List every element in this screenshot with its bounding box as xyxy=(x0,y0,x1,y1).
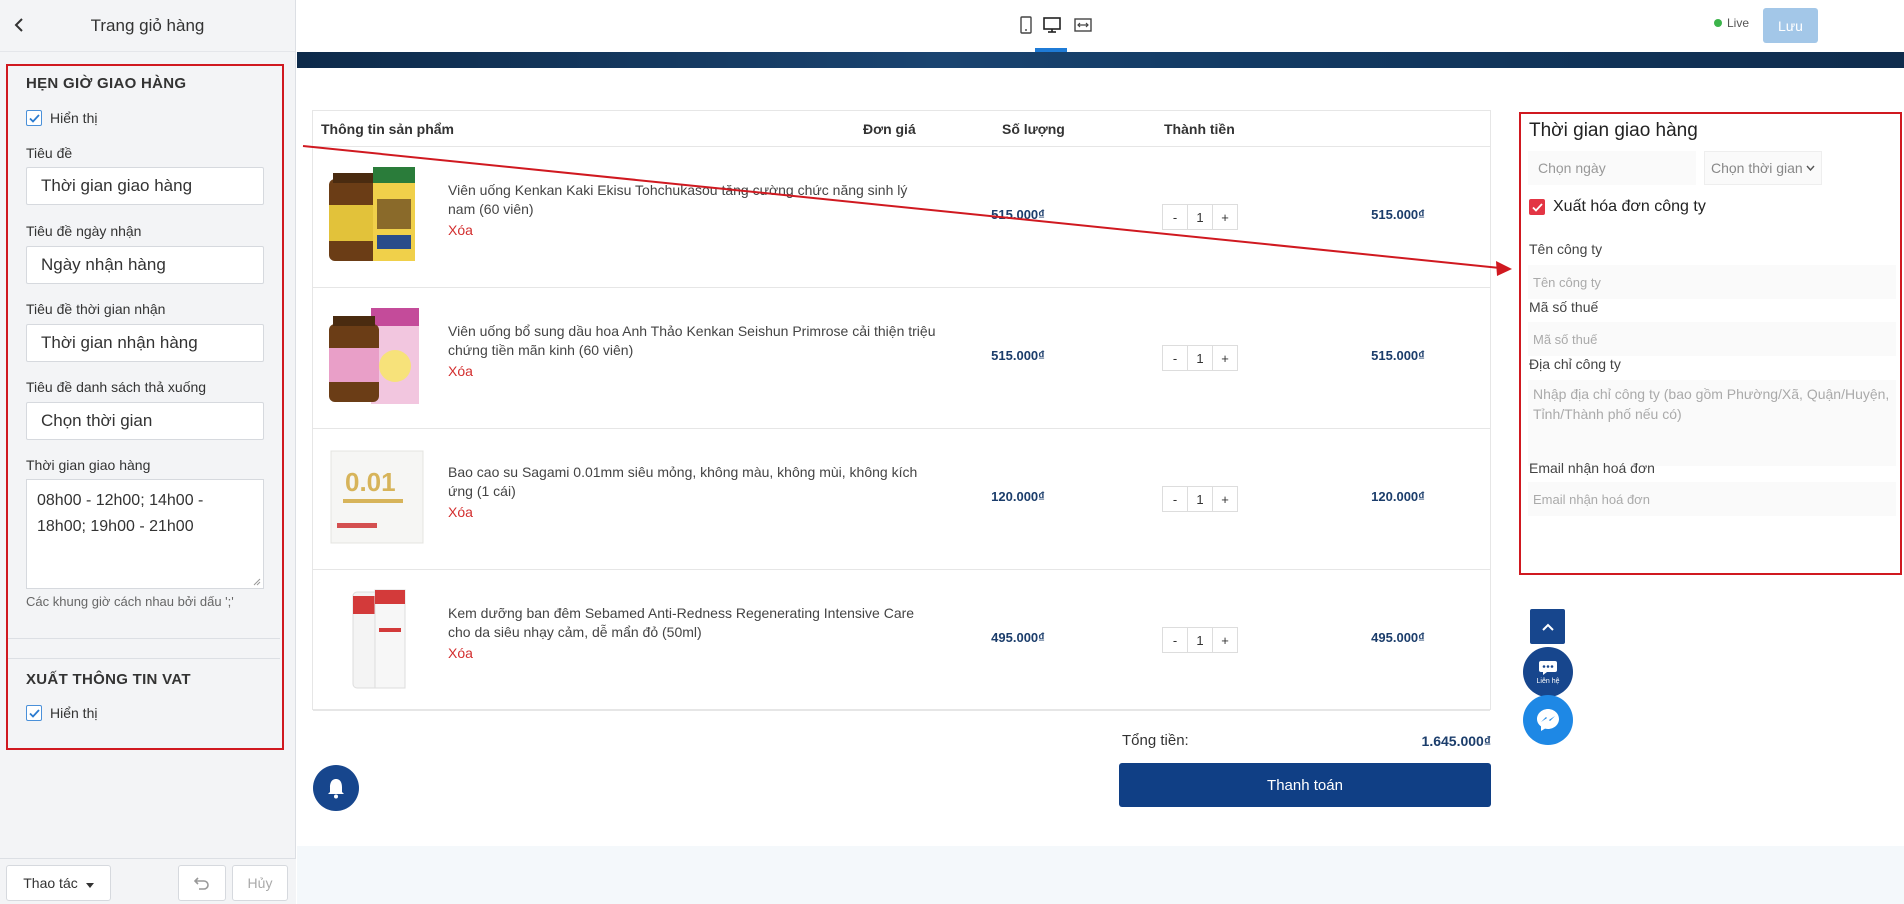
fullwidth-view-icon[interactable] xyxy=(1072,14,1094,36)
cart-table: Thông tin sản phẩm Đơn giá Số lượng Thàn… xyxy=(312,110,1491,711)
footer-strip xyxy=(297,846,1904,904)
delete-link[interactable]: Xóa xyxy=(448,221,938,240)
undo-icon xyxy=(194,877,209,890)
qty-value[interactable]: 1 xyxy=(1187,628,1213,652)
delete-link[interactable]: Xóa xyxy=(448,362,938,381)
col-header-product: Thông tin sản phẩm xyxy=(321,120,454,137)
sidebar-footer: Thao tác Hủy xyxy=(0,858,296,904)
qty-plus-button[interactable]: + xyxy=(1213,487,1237,511)
qty-value[interactable]: 1 xyxy=(1187,346,1213,370)
unit-price: 495.000₫ xyxy=(991,630,1045,645)
actions-label: Thao tác xyxy=(23,875,78,891)
qty-plus-button[interactable]: + xyxy=(1213,205,1237,229)
unit-price: 120.000₫ xyxy=(991,489,1045,504)
table-row: Viên uống bổ sung dầu hoa Anh Thảo Kenka… xyxy=(313,288,1490,429)
chat-icon xyxy=(1539,660,1557,675)
total-value: 1.645.000₫ xyxy=(1421,733,1491,749)
chat-label: Liên hệ xyxy=(1536,677,1560,685)
product-name[interactable]: Viên uống bổ sung dầu hoa Anh Thảo Kenka… xyxy=(448,323,936,358)
notification-bell-button[interactable] xyxy=(313,765,359,811)
editor-topbar: Live Lưu xyxy=(297,0,1904,52)
header-banner xyxy=(297,52,1904,68)
live-status: Live xyxy=(1714,16,1749,30)
quantity-stepper[interactable]: - 1 + xyxy=(1162,486,1238,512)
table-row: Kem dưỡng ban đêm Sebamed Anti-Redness R… xyxy=(313,570,1490,711)
total-label: Tổng tiền: xyxy=(1122,732,1189,749)
messenger-button[interactable] xyxy=(1523,695,1573,745)
checkout-button[interactable]: Thanh toán xyxy=(1119,763,1491,807)
qty-minus-button[interactable]: - xyxy=(1163,205,1187,229)
product-name[interactable]: Bao cao su Sagami 0.01mm siêu mỏng, khôn… xyxy=(448,464,917,499)
delete-link[interactable]: Xóa xyxy=(448,503,938,522)
col-header-price: Đơn giá xyxy=(863,120,916,137)
settings-sidebar: Trang giỏ hàng HẸN GIỜ GIAO HÀNG Hiển th… xyxy=(0,0,296,904)
line-total: 495.000₫ xyxy=(1371,630,1425,645)
product-info: Bao cao su Sagami 0.01mm siêu mỏng, khôn… xyxy=(448,463,938,522)
cancel-button[interactable]: Hủy xyxy=(232,865,288,901)
quantity-stepper[interactable]: - 1 + xyxy=(1162,204,1238,230)
col-header-qty: Số lượng xyxy=(1002,120,1065,137)
product-image[interactable] xyxy=(323,165,431,269)
contact-chat-button[interactable]: Liên hệ xyxy=(1523,647,1573,697)
qty-minus-button[interactable]: - xyxy=(1163,487,1187,511)
qty-plus-button[interactable]: + xyxy=(1213,628,1237,652)
product-image[interactable]: 0.01 xyxy=(323,447,431,551)
product-info: Kem dưỡng ban đêm Sebamed Anti-Redness R… xyxy=(448,604,938,663)
scroll-to-top-button[interactable] xyxy=(1530,609,1565,644)
desktop-view-icon[interactable] xyxy=(1041,14,1063,36)
save-button[interactable]: Lưu xyxy=(1763,8,1818,43)
product-name[interactable]: Viên uống Kenkan Kaki Ekisu Tohchukasou … xyxy=(448,182,907,217)
live-dot-icon xyxy=(1714,19,1722,27)
quantity-stepper[interactable]: - 1 + xyxy=(1162,627,1238,653)
undo-button[interactable] xyxy=(178,865,226,901)
annotation-highlight-box xyxy=(1519,112,1902,575)
bell-icon xyxy=(328,779,344,799)
messenger-icon xyxy=(1537,709,1559,731)
actions-dropdown-button[interactable]: Thao tác xyxy=(6,865,111,901)
line-total: 120.000₫ xyxy=(1371,489,1425,504)
product-info: Viên uống Kenkan Kaki Ekisu Tohchukasou … xyxy=(448,181,938,240)
unit-price: 515.000₫ xyxy=(991,207,1045,222)
product-image[interactable] xyxy=(323,306,431,410)
qty-value[interactable]: 1 xyxy=(1187,487,1213,511)
svg-text:0.01: 0.01 xyxy=(345,467,396,497)
product-info: Viên uống bổ sung dầu hoa Anh Thảo Kenka… xyxy=(448,322,938,381)
quantity-stepper[interactable]: - 1 + xyxy=(1162,345,1238,371)
live-label: Live xyxy=(1727,16,1750,30)
chevron-up-icon xyxy=(1541,623,1554,631)
sidebar-title: Trang giỏ hàng xyxy=(90,15,205,35)
annotation-highlight-box xyxy=(6,64,284,750)
qty-plus-button[interactable]: + xyxy=(1213,346,1237,370)
table-row: Viên uống Kenkan Kaki Ekisu Tohchukasou … xyxy=(313,147,1490,288)
caret-down-icon xyxy=(85,875,94,891)
unit-price: 515.000₫ xyxy=(991,348,1045,363)
sidebar-header: Trang giỏ hàng xyxy=(0,0,295,52)
back-arrow-icon[interactable] xyxy=(8,14,30,36)
line-total: 515.000₫ xyxy=(1371,207,1425,222)
product-image[interactable] xyxy=(323,588,431,692)
delete-link[interactable]: Xóa xyxy=(448,644,938,663)
mobile-view-icon[interactable] xyxy=(1015,14,1037,36)
qty-minus-button[interactable]: - xyxy=(1163,628,1187,652)
line-total: 515.000₫ xyxy=(1371,348,1425,363)
table-row: 0.01 Bao cao su Sagami 0.01mm siêu mỏng,… xyxy=(313,429,1490,570)
col-header-total: Thành tiền xyxy=(1164,120,1235,137)
product-name[interactable]: Kem dưỡng ban đêm Sebamed Anti-Redness R… xyxy=(448,605,914,640)
qty-value[interactable]: 1 xyxy=(1187,205,1213,229)
qty-minus-button[interactable]: - xyxy=(1163,346,1187,370)
page-builder: Trang giỏ hàng HẸN GIỜ GIAO HÀNG Hiển th… xyxy=(0,0,1904,904)
